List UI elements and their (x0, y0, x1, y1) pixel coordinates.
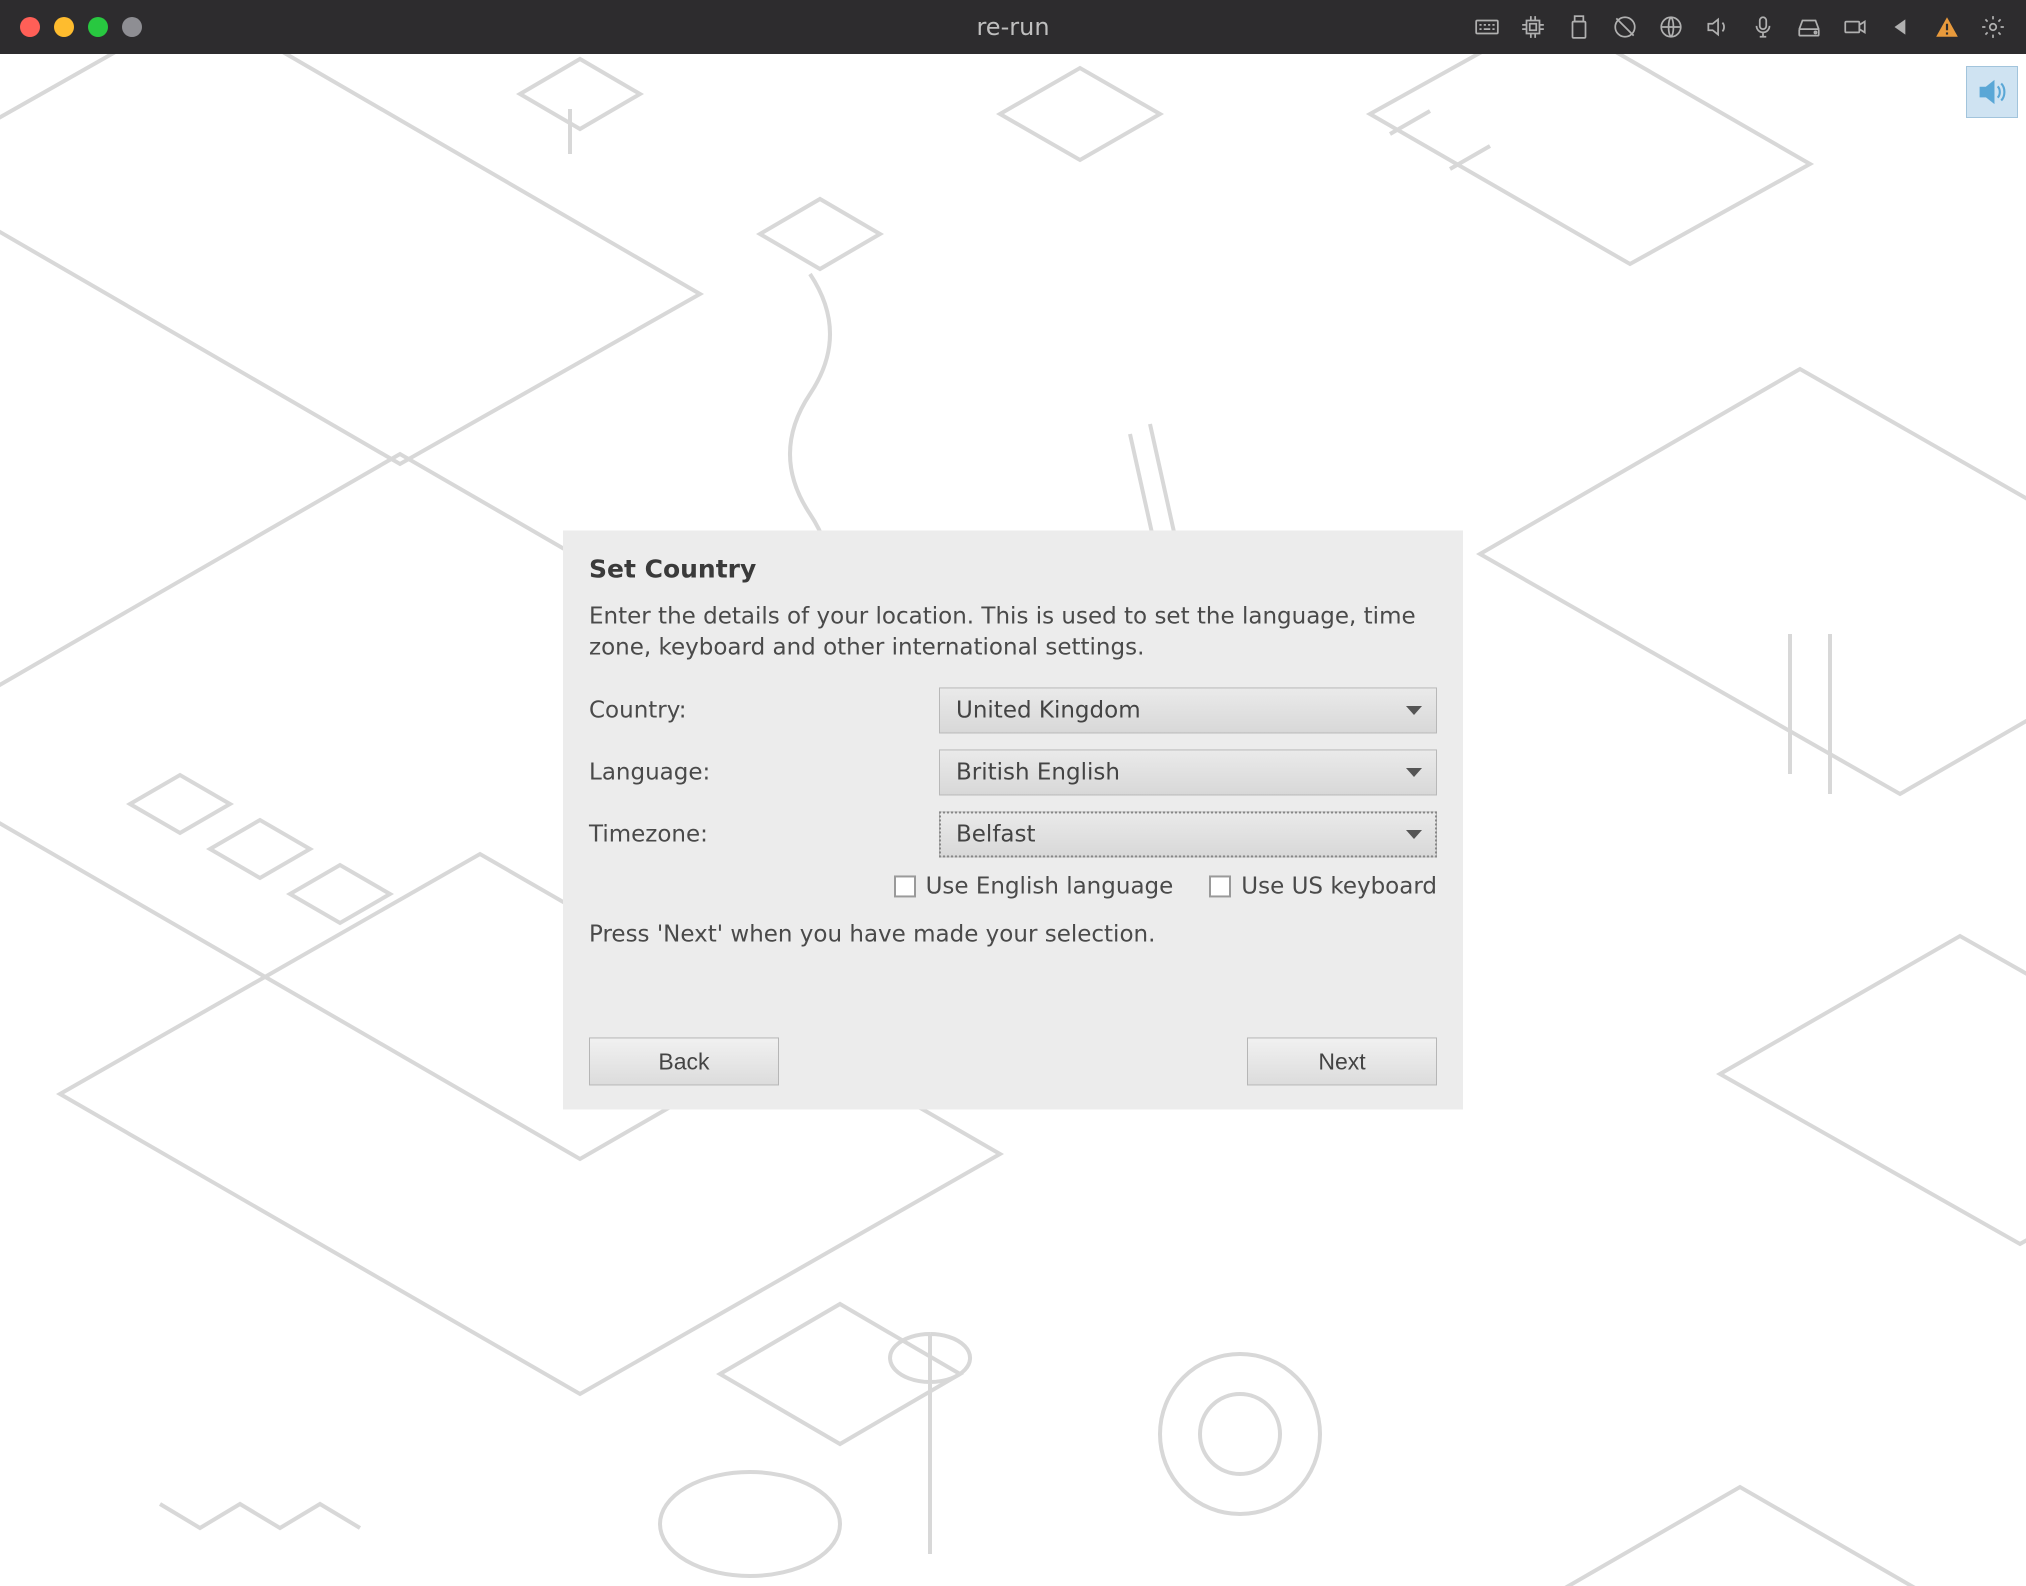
setup-wizard-dialog: Set Country Enter the details of your lo… (563, 530, 1463, 1109)
checkbox-box (1209, 876, 1231, 898)
chevron-down-icon (1406, 830, 1422, 839)
audio-overlay-icon[interactable] (1966, 66, 2018, 118)
language-select-value: British English (956, 760, 1120, 786)
language-select[interactable]: British English (939, 750, 1437, 796)
wizard-description: Enter the details of your location. This… (589, 601, 1437, 663)
window-controls (20, 17, 142, 37)
checkbox-box (894, 876, 916, 898)
chip-icon[interactable] (1520, 14, 1546, 40)
maximize-window-button[interactable] (88, 17, 108, 37)
globe-icon[interactable] (1658, 14, 1684, 40)
back-button[interactable]: Back (589, 1038, 779, 1086)
timezone-select[interactable]: Belfast (939, 812, 1437, 858)
chevron-down-icon (1406, 768, 1422, 777)
camera-icon[interactable] (1842, 14, 1868, 40)
language-label: Language: (589, 760, 939, 786)
warning-icon[interactable] (1934, 14, 1960, 40)
wizard-hint: Press 'Next' when you have made your sel… (589, 922, 1437, 948)
wizard-heading: Set Country (589, 554, 1437, 583)
use-us-keyboard-checkbox[interactable]: Use US keyboard (1209, 874, 1437, 900)
next-button[interactable]: Next (1247, 1038, 1437, 1086)
settings-gear-icon[interactable] (1980, 14, 2006, 40)
usb-icon[interactable] (1566, 14, 1592, 40)
use-us-keyboard-label: Use US keyboard (1241, 874, 1437, 900)
minimize-window-button[interactable] (54, 17, 74, 37)
wizard-actions: Back Next (589, 1038, 1437, 1086)
system-tray (1474, 14, 2006, 40)
keyboard-icon[interactable] (1474, 14, 1500, 40)
country-row: Country: United Kingdom (589, 688, 1437, 734)
window-control-dot (122, 17, 142, 37)
options-row: Use English language Use US keyboard (589, 874, 1437, 900)
back-triangle-icon[interactable] (1888, 14, 1914, 40)
use-english-language-label: Use English language (926, 874, 1174, 900)
chevron-down-icon (1406, 706, 1422, 715)
language-row: Language: British English (589, 750, 1437, 796)
window-title: re-run (976, 13, 1049, 41)
window-titlebar: re-run (0, 0, 2026, 54)
country-select-value: United Kingdom (956, 698, 1141, 724)
timezone-row: Timezone: Belfast (589, 812, 1437, 858)
close-window-button[interactable] (20, 17, 40, 37)
country-label: Country: (589, 698, 939, 724)
desktop: Set Country Enter the details of your lo… (0, 54, 2026, 1586)
disk-icon[interactable] (1796, 14, 1822, 40)
microphone-icon[interactable] (1750, 14, 1776, 40)
network-disabled-icon[interactable] (1612, 14, 1638, 40)
timezone-label: Timezone: (589, 822, 939, 848)
country-select[interactable]: United Kingdom (939, 688, 1437, 734)
timezone-select-value: Belfast (956, 822, 1036, 848)
volume-icon[interactable] (1704, 14, 1730, 40)
use-english-language-checkbox[interactable]: Use English language (894, 874, 1174, 900)
